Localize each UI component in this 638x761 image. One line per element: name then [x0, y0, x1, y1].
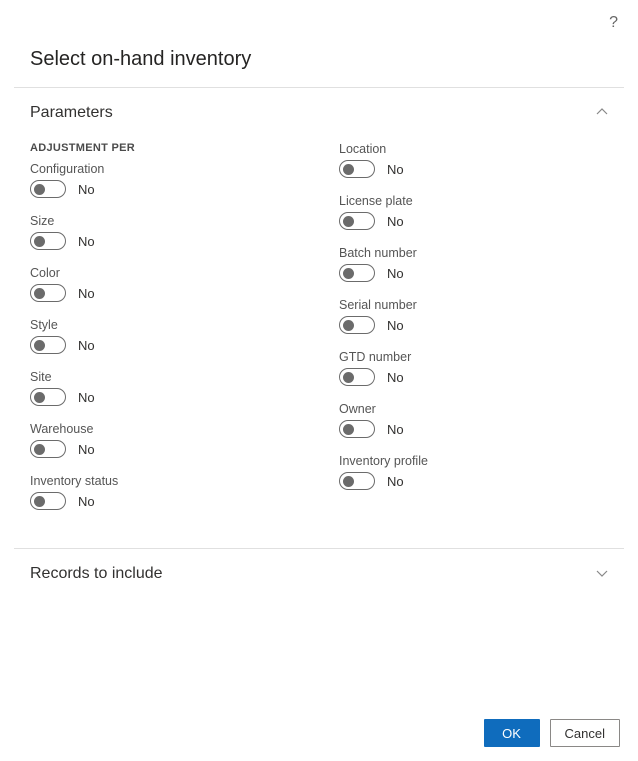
toggle-color[interactable]: [30, 284, 66, 302]
toggle-value-location: No: [387, 162, 404, 177]
toggle-value-size: No: [78, 234, 95, 249]
field-warehouse: Warehouse No: [30, 422, 299, 458]
field-label-gtd_number: GTD number: [339, 350, 608, 364]
field-label-inventory_profile: Inventory profile: [339, 454, 608, 468]
toggle-knob: [343, 216, 354, 227]
toggle-value-batch_number: No: [387, 266, 404, 281]
toggle-value-inventory_status: No: [78, 494, 95, 509]
field-inventory_profile: Inventory profile No: [339, 454, 608, 490]
field-size: Size No: [30, 214, 299, 250]
field-configuration: Configuration No: [30, 162, 299, 198]
field-owner: Owner No: [339, 402, 608, 438]
field-style: Style No: [30, 318, 299, 354]
toggle-value-gtd_number: No: [387, 370, 404, 385]
toggle-row-gtd_number: No: [339, 368, 608, 386]
toggle-row-style: No: [30, 336, 299, 354]
toggle-knob: [343, 164, 354, 175]
toggle-knob: [34, 184, 45, 195]
ok-button[interactable]: OK: [484, 719, 540, 747]
dialog-title: Select on-hand inventory: [0, 0, 638, 87]
toggle-row-inventory_profile: No: [339, 472, 608, 490]
records-header[interactable]: Records to include: [0, 549, 638, 583]
field-batch_number: Batch number No: [339, 246, 608, 282]
field-serial_number: Serial number No: [339, 298, 608, 334]
help-icon[interactable]: ?: [609, 14, 618, 32]
toggle-batch_number[interactable]: [339, 264, 375, 282]
toggle-knob: [343, 476, 354, 487]
records-title: Records to include: [30, 565, 163, 583]
toggle-knob: [34, 236, 45, 247]
chevron-down-icon: [596, 567, 608, 582]
toggle-row-color: No: [30, 284, 299, 302]
toggle-knob: [34, 444, 45, 455]
parameters-header[interactable]: Parameters: [0, 88, 638, 132]
toggle-row-configuration: No: [30, 180, 299, 198]
field-label-serial_number: Serial number: [339, 298, 608, 312]
toggle-gtd_number[interactable]: [339, 368, 375, 386]
toggle-knob: [343, 424, 354, 435]
toggle-knob: [34, 340, 45, 351]
field-gtd_number: GTD number No: [339, 350, 608, 386]
field-label-license_plate: License plate: [339, 194, 608, 208]
cancel-button[interactable]: Cancel: [550, 719, 620, 747]
toggle-size[interactable]: [30, 232, 66, 250]
toggle-row-inventory_status: No: [30, 492, 299, 510]
toggle-value-color: No: [78, 286, 95, 301]
toggle-knob: [343, 320, 354, 331]
field-inventory_status: Inventory status No: [30, 474, 299, 510]
toggle-knob: [34, 288, 45, 299]
field-label-warehouse: Warehouse: [30, 422, 299, 436]
toggle-knob: [34, 392, 45, 403]
field-site: Site No: [30, 370, 299, 406]
toggle-row-size: No: [30, 232, 299, 250]
toggle-inventory_status[interactable]: [30, 492, 66, 510]
toggle-warehouse[interactable]: [30, 440, 66, 458]
toggle-value-configuration: No: [78, 182, 95, 197]
toggle-value-serial_number: No: [387, 318, 404, 333]
chevron-up-icon: [596, 106, 608, 121]
toggle-style[interactable]: [30, 336, 66, 354]
dialog-footer: OK Cancel: [484, 719, 620, 747]
toggle-row-serial_number: No: [339, 316, 608, 334]
toggle-configuration[interactable]: [30, 180, 66, 198]
toggle-row-owner: No: [339, 420, 608, 438]
toggle-row-warehouse: No: [30, 440, 299, 458]
toggle-location[interactable]: [339, 160, 375, 178]
toggle-value-license_plate: No: [387, 214, 404, 229]
toggle-inventory_profile[interactable]: [339, 472, 375, 490]
parameters-title: Parameters: [30, 104, 113, 122]
toggle-site[interactable]: [30, 388, 66, 406]
toggle-value-inventory_profile: No: [387, 474, 404, 489]
field-label-style: Style: [30, 318, 299, 332]
parameters-right-column: LocationNoLicense plateNoBatch numberNoS…: [339, 142, 608, 526]
toggle-row-license_plate: No: [339, 212, 608, 230]
parameters-left-column: ADJUSTMENT PER ConfigurationNoSizeNoColo…: [30, 142, 299, 526]
toggle-value-style: No: [78, 338, 95, 353]
toggle-row-batch_number: No: [339, 264, 608, 282]
toggle-row-site: No: [30, 388, 299, 406]
toggle-row-location: No: [339, 160, 608, 178]
field-label-site: Site: [30, 370, 299, 384]
toggle-knob: [34, 496, 45, 507]
toggle-knob: [343, 372, 354, 383]
field-label-location: Location: [339, 142, 608, 156]
toggle-value-site: No: [78, 390, 95, 405]
field-label-size: Size: [30, 214, 299, 228]
toggle-license_plate[interactable]: [339, 212, 375, 230]
toggle-knob: [343, 268, 354, 279]
adjustment-per-header: ADJUSTMENT PER: [30, 142, 299, 154]
toggle-owner[interactable]: [339, 420, 375, 438]
parameters-body: ADJUSTMENT PER ConfigurationNoSizeNoColo…: [0, 132, 638, 548]
field-label-configuration: Configuration: [30, 162, 299, 176]
toggle-value-owner: No: [387, 422, 404, 437]
toggle-serial_number[interactable]: [339, 316, 375, 334]
field-label-color: Color: [30, 266, 299, 280]
field-color: Color No: [30, 266, 299, 302]
field-license_plate: License plate No: [339, 194, 608, 230]
field-label-owner: Owner: [339, 402, 608, 416]
field-label-inventory_status: Inventory status: [30, 474, 299, 488]
field-label-batch_number: Batch number: [339, 246, 608, 260]
field-location: Location No: [339, 142, 608, 178]
toggle-value-warehouse: No: [78, 442, 95, 457]
